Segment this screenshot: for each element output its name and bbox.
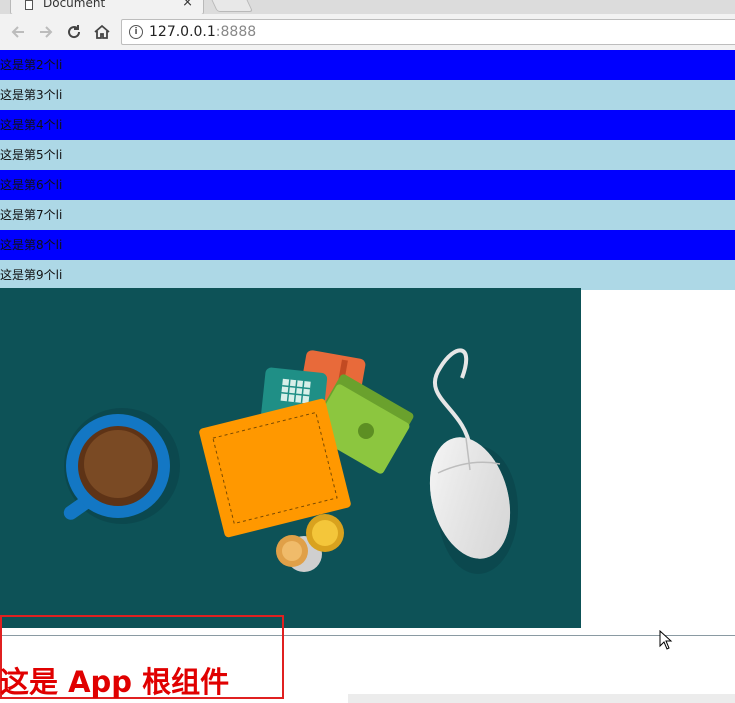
new-tab-button[interactable] [206,0,254,12]
list-item: 这是第2个li [0,50,735,80]
address-bar[interactable]: i 127.0.0.1:8888 [121,19,735,45]
reload-button[interactable] [64,22,84,42]
forward-button[interactable] [36,22,56,42]
address-url[interactable]: 127.0.0.1:8888 [149,24,256,40]
url-port: :8888 [215,24,257,40]
arrow-left-icon [11,26,24,38]
root-component-heading: 这是 App 根组件 [0,665,230,699]
gray-panel [348,694,735,703]
desk-illustration-svg [63,348,518,574]
li-list: 这是第2个li 这是第3个li 这是第4个li 这是第5个li 这是第6个li … [0,50,735,290]
list-item: 这是第5个li [0,140,735,170]
page-content: 这是第2个li 这是第3个li 这是第4个li 这是第5个li 这是第6个li … [0,50,735,703]
document-icon [25,0,33,10]
browser-tab[interactable]: Document × [10,0,204,14]
url-host: 127.0.0.1 [149,24,216,40]
browser-toolbar: i 127.0.0.1:8888 [0,14,735,51]
back-button[interactable] [8,22,28,42]
reload-icon [68,25,81,39]
list-item: 这是第6个li [0,170,735,200]
list-item: 这是第9个li [0,260,735,290]
arrow-right-icon [40,26,53,38]
computer-mouse-icon [429,348,518,574]
list-item: 这是第4个li [0,110,735,140]
home-icon [94,24,110,39]
list-item: 这是第3个li [0,80,735,110]
list-item: 这是第7个li [0,200,735,230]
coffee-cup-icon [63,408,180,524]
mouse-cursor-icon [659,630,673,650]
tab-close-button[interactable]: × [182,0,193,9]
home-button[interactable] [92,22,112,42]
tab-strip: Document × [0,0,735,14]
info-icon[interactable]: i [129,25,143,39]
tab-title: Document [43,0,106,10]
desk-illustration [0,288,581,628]
list-item: 这是第8个li [0,230,735,260]
